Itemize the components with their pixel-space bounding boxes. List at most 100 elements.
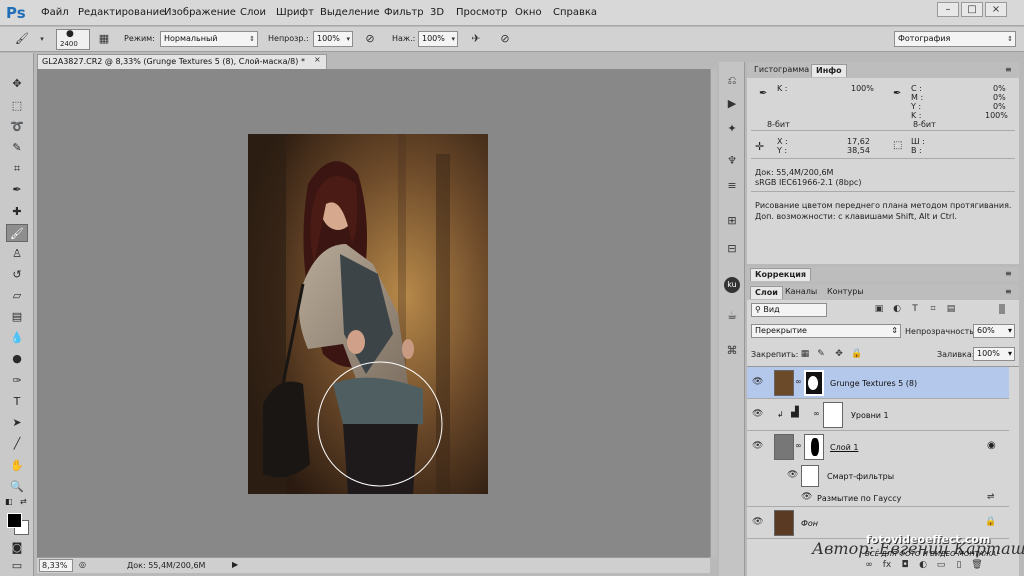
type-tool-icon[interactable]: T <box>6 393 28 411</box>
panel-menu-icon[interactable]: ≡ <box>1005 65 1012 74</box>
lock-all-icon[interactable]: 🔒 <box>851 349 863 359</box>
menu-layers[interactable]: Слои <box>240 7 266 18</box>
properties-icon[interactable]: ⊞ <box>722 212 742 230</box>
workspace-select[interactable]: Фотография ⇕ <box>894 31 1016 47</box>
minimize-button[interactable]: – <box>937 2 959 17</box>
hand-tool-icon[interactable]: ✋ <box>6 457 28 475</box>
status-menu-arrow-icon[interactable]: ▶ <box>232 560 238 569</box>
filter-row[interactable]: 👁 Размытие по Гауссу ⇌ <box>747 489 1009 507</box>
filter-adjustment-icon[interactable]: ◐ <box>891 304 903 314</box>
default-colors-icon[interactable]: ◧ <box>5 497 13 506</box>
new-layer-icon[interactable]: ▯ <box>953 560 965 570</box>
visibility-eye-icon[interactable]: 👁 <box>752 517 763 527</box>
move-tool-icon[interactable]: ✥ <box>6 75 28 93</box>
marquee-tool-icon[interactable]: ⬚ <box>6 97 28 115</box>
menu-help[interactable]: Справка <box>553 7 597 18</box>
smart-filters-row[interactable]: 👁 Смарт-фильтры <box>747 463 1009 489</box>
filter-options-icon[interactable]: ⇌ <box>987 492 995 502</box>
tab-info[interactable]: Инфо <box>811 64 847 77</box>
close-button[interactable]: × <box>985 2 1007 17</box>
lock-pixels-icon[interactable]: ✎ <box>815 349 827 359</box>
panel-menu-icon[interactable]: ≡ <box>1005 269 1012 278</box>
lasso-tool-icon[interactable]: ➰ <box>6 118 28 136</box>
brush-tool-icon[interactable]: 🖌 <box>6 224 28 242</box>
chevron-down-icon[interactable]: ▾ <box>34 31 50 47</box>
filter-mask-thumbnail[interactable] <box>801 465 819 487</box>
mode-select[interactable]: Нормальный ⇕ <box>160 31 258 47</box>
filter-type-icon[interactable]: T <box>909 304 921 314</box>
tool-presets-icon[interactable]: ≡ <box>722 177 742 195</box>
trash-icon[interactable]: 🗑 <box>971 560 983 570</box>
canvas-scrollbar[interactable] <box>710 69 717 557</box>
layer-name[interactable]: Grunge Textures 5 (8) <box>830 379 917 388</box>
menu-filter[interactable]: Фильтр <box>384 7 424 18</box>
lock-position-icon[interactable]: ✥ <box>833 349 845 359</box>
gradient-tool-icon[interactable]: ▤ <box>6 308 28 326</box>
menu-select[interactable]: Выделение <box>320 7 380 18</box>
tab-layers[interactable]: Слои <box>750 286 783 299</box>
menu-type[interactable]: Шрифт <box>276 7 314 18</box>
opacity-input[interactable]: 100% ▾ <box>313 31 353 47</box>
add-mask-icon[interactable]: ◘ <box>899 560 911 570</box>
visibility-eye-icon[interactable]: 👁 <box>752 441 763 451</box>
fill-input[interactable]: 100% ▾ <box>973 347 1015 361</box>
brushes-icon[interactable]: ♆ <box>722 152 742 170</box>
lock-transparent-icon[interactable]: ▦ <box>799 349 811 359</box>
crop-tool-icon[interactable]: ⌗ <box>6 160 28 178</box>
history-icon[interactable]: ⎌ <box>722 72 742 90</box>
menu-view[interactable]: Просмотр <box>456 7 507 18</box>
levels-adjustment-icon[interactable]: ▟ <box>791 407 799 418</box>
layer-row[interactable]: 👁 ↲ ▟ ∞ Уровни 1 <box>747 399 1009 431</box>
paragraph-icon[interactable]: ☕ <box>722 307 742 325</box>
menu-edit[interactable]: Редактирование <box>78 7 165 18</box>
menu-3d[interactable]: 3D <box>430 7 444 18</box>
close-icon[interactable]: × <box>314 55 321 64</box>
maximize-button[interactable]: □ <box>961 2 983 17</box>
quick-mask-icon[interactable]: ◙ <box>6 539 28 557</box>
tablet-pressure-size-icon[interactable]: ⊘ <box>497 31 513 47</box>
zoom-tool-icon[interactable]: 🔍 <box>6 478 28 496</box>
plugin-ku-icon[interactable]: ku <box>724 277 740 293</box>
tab-channels[interactable]: Каналы <box>781 286 821 299</box>
filter-name[interactable]: Размытие по Гауссу <box>817 494 901 503</box>
healing-brush-tool-icon[interactable]: ✚ <box>6 203 28 221</box>
menu-window[interactable]: Окно <box>515 7 542 18</box>
layer-opacity-input[interactable]: 60% ▾ <box>973 324 1015 338</box>
menu-image[interactable]: Изображение <box>164 7 236 18</box>
layer-name[interactable]: Слой 1 <box>830 443 858 452</box>
filter-toggle[interactable]: . <box>999 304 1005 314</box>
link-icon[interactable]: ∞ <box>795 377 802 386</box>
layer-mask-thumbnail[interactable] <box>804 434 824 460</box>
swap-colors-icon[interactable]: ⇄ <box>20 497 27 506</box>
layer-mask-thumbnail[interactable] <box>823 402 843 428</box>
filter-shape-icon[interactable]: ⌗ <box>927 304 939 314</box>
layer-row[interactable]: 👁 ∞ Слой 1 ◉ <box>747 431 1009 463</box>
new-adjustment-icon[interactable]: ◐ <box>917 560 929 570</box>
zoom-field[interactable]: 8,33% <box>39 559 73 572</box>
blend-mode-select[interactable]: Перекрытие ⇕ <box>751 324 901 338</box>
pen-tool-icon[interactable]: ✑ <box>6 372 28 390</box>
panel-menu-icon[interactable]: ≡ <box>1005 287 1012 296</box>
link-icon[interactable]: ∞ <box>813 409 820 418</box>
layer-name[interactable]: Фон <box>801 519 818 528</box>
history-brush-tool-icon[interactable]: ↺ <box>6 266 28 284</box>
visibility-eye-icon[interactable]: 👁 <box>801 492 812 502</box>
notes-icon[interactable]: ⌘ <box>722 342 742 360</box>
document-photo[interactable] <box>248 134 488 494</box>
visibility-eye-icon[interactable]: 👁 <box>787 470 798 480</box>
tab-paths[interactable]: Контуры <box>823 286 868 299</box>
foreground-color-swatch[interactable] <box>7 513 22 528</box>
layer-filter-select[interactable]: ⚲ Вид <box>751 303 827 317</box>
actions-play-icon[interactable]: ▶ <box>722 95 742 113</box>
blur-tool-icon[interactable]: 💧 <box>6 329 28 347</box>
menu-file[interactable]: Файл <box>41 7 69 18</box>
quick-select-tool-icon[interactable]: ✎ <box>6 139 28 157</box>
brush-panel-icon[interactable]: ▦ <box>96 31 112 47</box>
link-layers-icon[interactable]: ∞ <box>863 560 875 570</box>
filter-smart-object-icon[interactable]: ▤ <box>945 304 957 314</box>
path-select-tool-icon[interactable]: ➤ <box>6 414 28 432</box>
status-info-icon[interactable]: ◎ <box>79 560 86 569</box>
line-tool-icon[interactable]: ╱ <box>6 435 28 453</box>
clone-stamp-tool-icon[interactable]: ♙ <box>6 245 28 263</box>
visibility-eye-icon[interactable]: 👁 <box>752 377 763 387</box>
